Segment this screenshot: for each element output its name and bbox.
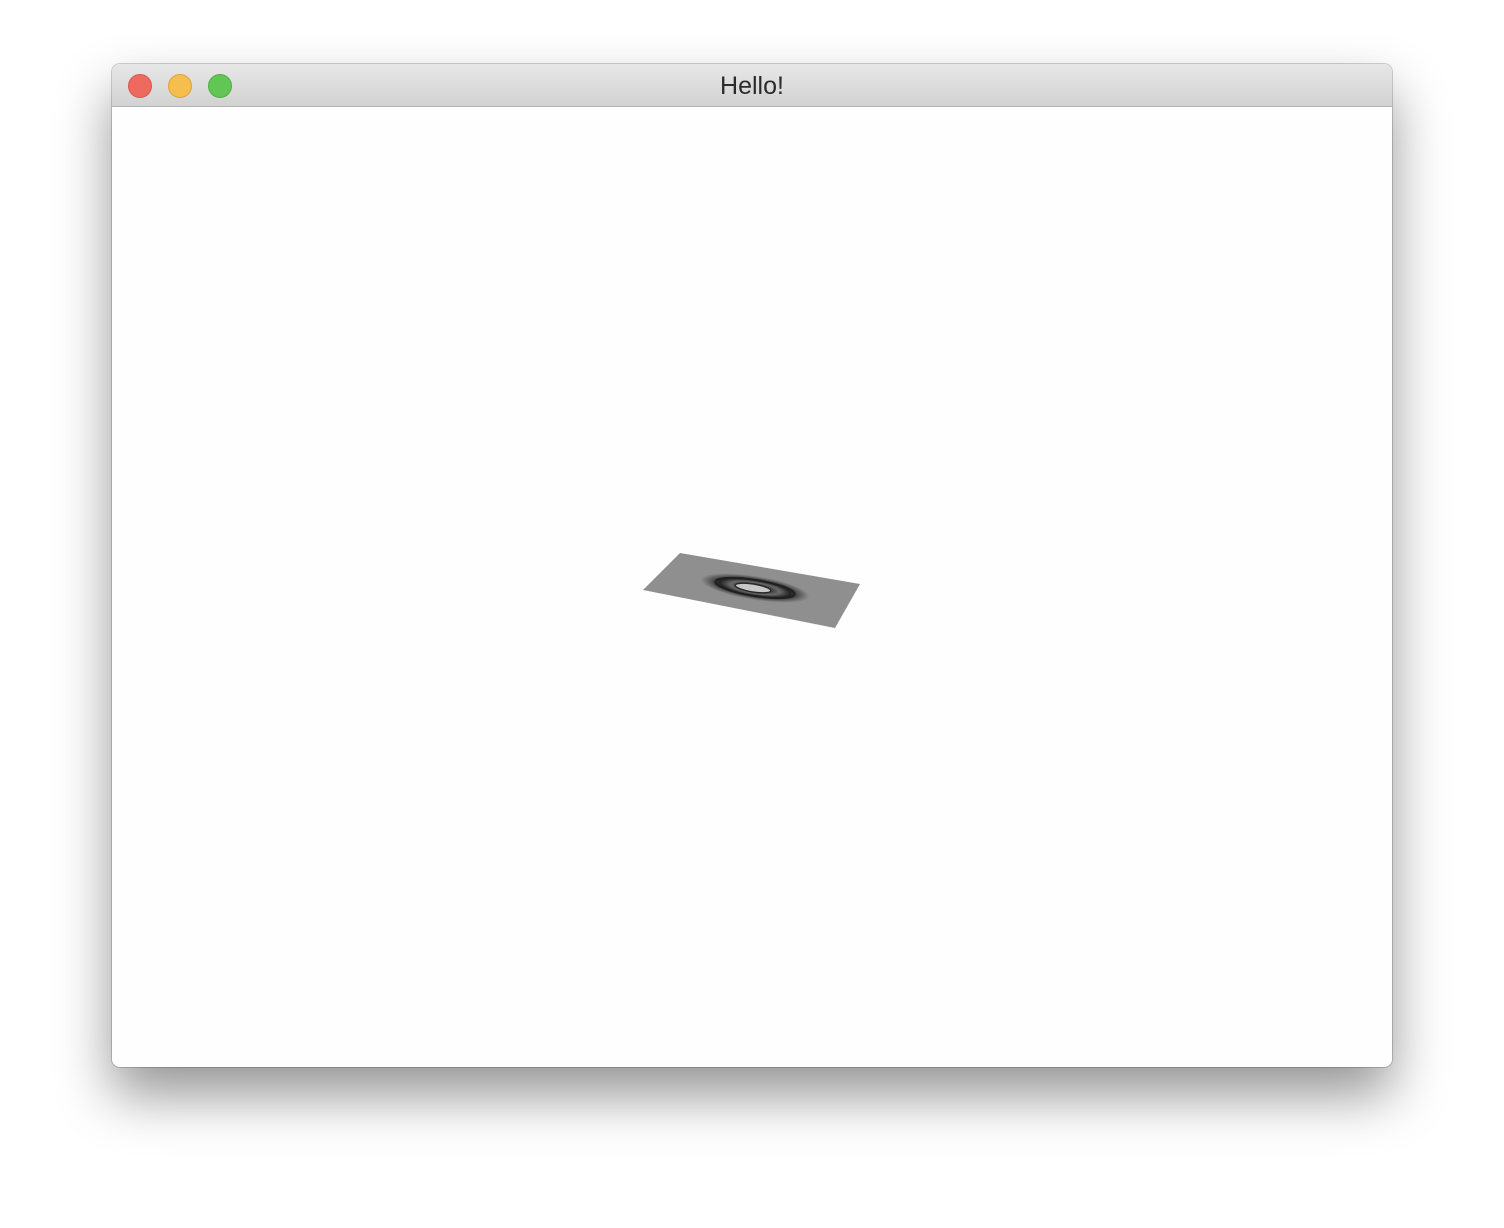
app-window: Hello! xyxy=(112,64,1392,1067)
3d-surface-render[interactable] xyxy=(112,107,1392,1067)
title-bar[interactable]: Hello! xyxy=(112,64,1392,107)
window-title: Hello! xyxy=(720,72,784,100)
render-viewport[interactable] xyxy=(112,107,1392,1067)
